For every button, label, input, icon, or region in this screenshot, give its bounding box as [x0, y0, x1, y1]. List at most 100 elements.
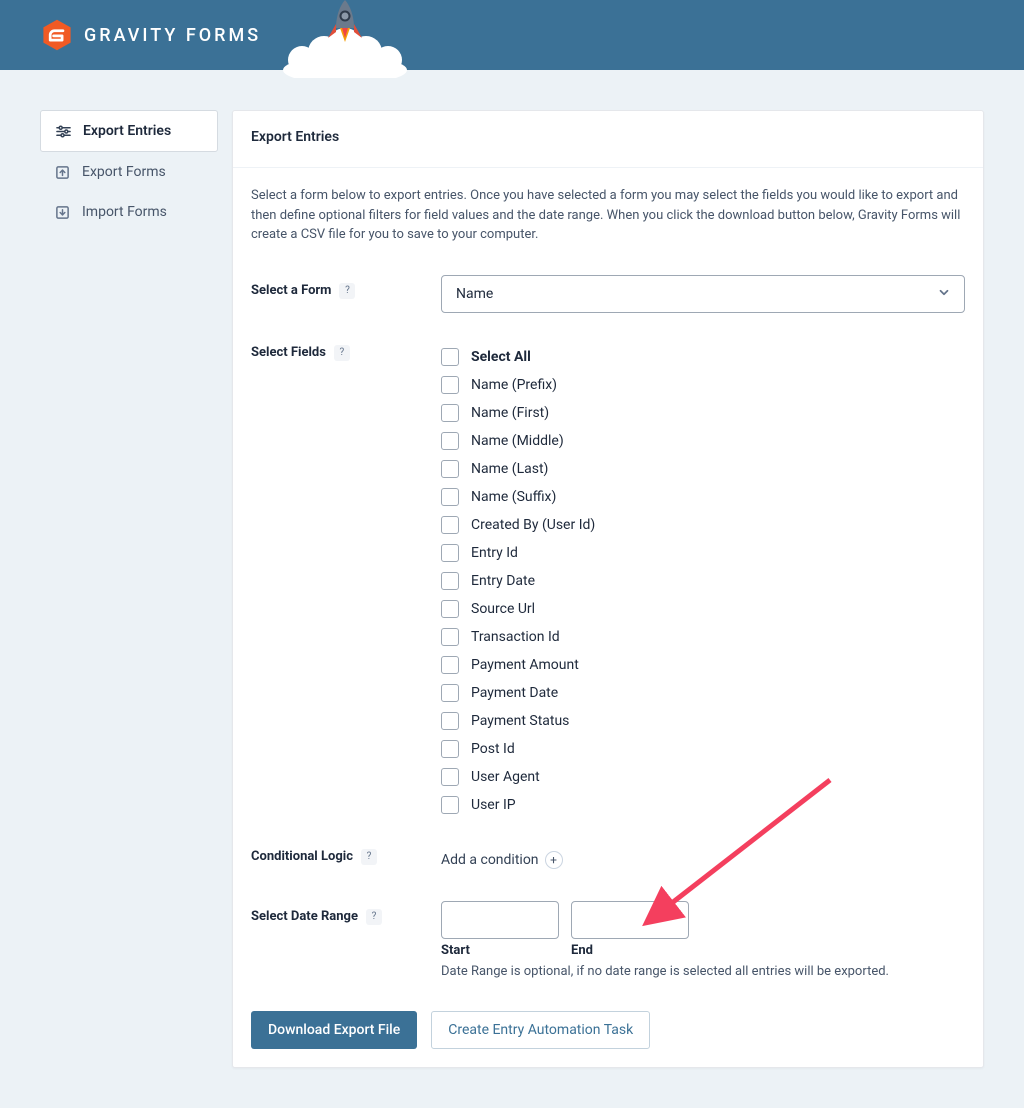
field-label[interactable]: Name (Middle) [471, 433, 564, 449]
date-end-input[interactable] [571, 901, 689, 939]
field-checkbox[interactable] [441, 516, 459, 534]
field-item: Name (First) [441, 401, 965, 425]
field-label[interactable]: Select All [471, 349, 531, 365]
field-label[interactable]: Post Id [471, 741, 515, 757]
help-icon[interactable]: ? [361, 849, 377, 865]
rocket-illustration [280, 0, 400, 82]
create-entry-automation-button[interactable]: Create Entry Automation Task [431, 1011, 650, 1049]
plus-icon: + [545, 851, 563, 869]
field-checkbox[interactable] [441, 600, 459, 618]
select-fields-label: Select Fields [251, 345, 326, 360]
field-item: User Agent [441, 765, 965, 789]
field-label[interactable]: Name (First) [471, 405, 549, 421]
field-checkbox[interactable] [441, 376, 459, 394]
field-item: Entry Date [441, 569, 965, 593]
field-item: Select All [441, 345, 965, 369]
form-select-wrap: Name [441, 275, 965, 313]
field-checkbox[interactable] [441, 684, 459, 702]
main-panel: Export Entries Select a form below to ex… [232, 110, 984, 1068]
field-checkbox[interactable] [441, 488, 459, 506]
row-date-range: Select Date Range ? Start End Date Range… [251, 901, 965, 979]
panel-title: Export Entries [251, 129, 965, 145]
field-label[interactable]: Entry Date [471, 573, 535, 589]
field-checkbox[interactable] [441, 712, 459, 730]
field-checkbox[interactable] [441, 768, 459, 786]
field-item: Payment Status [441, 709, 965, 733]
field-label[interactable]: Name (Prefix) [471, 377, 557, 393]
field-checkbox[interactable] [441, 432, 459, 450]
app-header: GRAVITY FORMS [0, 0, 1024, 70]
sidebar-item-export-forms[interactable]: Export Forms [40, 152, 218, 192]
field-checkbox[interactable] [441, 740, 459, 758]
date-range-note: Date Range is optional, if no date range… [441, 964, 965, 979]
field-checkbox[interactable] [441, 348, 459, 366]
control-col: Name [441, 275, 965, 313]
action-buttons: Download Export File Create Entry Automa… [251, 1011, 965, 1049]
form-select[interactable]: Name [441, 275, 965, 313]
help-icon[interactable]: ? [334, 345, 350, 361]
field-label[interactable]: Entry Id [471, 545, 518, 561]
field-label[interactable]: Transaction Id [471, 629, 560, 645]
field-checkbox[interactable] [441, 628, 459, 646]
sidebar-item-import-forms[interactable]: Import Forms [40, 192, 218, 232]
control-col: Add a condition + [441, 849, 965, 869]
field-label[interactable]: User IP [471, 797, 516, 813]
field-checkbox[interactable] [441, 572, 459, 590]
intro-text: Select a form below to export entries. O… [251, 186, 965, 245]
field-checkbox[interactable] [441, 460, 459, 478]
field-item: Payment Date [441, 681, 965, 705]
label-col: Conditional Logic ? [251, 849, 441, 865]
sidebar-item-export-entries[interactable]: Export Entries [40, 110, 218, 152]
label-col: Select a Form ? [251, 275, 441, 299]
field-item: User IP [441, 793, 965, 817]
field-item: Entry Id [441, 541, 965, 565]
field-label[interactable]: Name (Suffix) [471, 489, 556, 505]
label-col: Select Fields ? [251, 345, 441, 361]
field-checkbox[interactable] [441, 796, 459, 814]
download-icon [54, 204, 70, 220]
row-select-fields: Select Fields ? Select All Name (Prefix) N… [251, 345, 965, 817]
field-label[interactable]: Payment Status [471, 713, 569, 729]
field-item: Created By (User Id) [441, 513, 965, 537]
panel-header: Export Entries [233, 111, 983, 168]
field-label[interactable]: Source Url [471, 601, 535, 617]
sidebar-item-label: Export Forms [82, 164, 166, 180]
date-labels: Start End [441, 943, 965, 958]
field-item: Name (Suffix) [441, 485, 965, 509]
field-label[interactable]: Created By (User Id) [471, 517, 595, 533]
download-export-button[interactable]: Download Export File [251, 1011, 417, 1049]
conditional-logic-label: Conditional Logic [251, 849, 353, 864]
row-conditional-logic: Conditional Logic ? Add a condition + [251, 849, 965, 869]
field-checkbox[interactable] [441, 656, 459, 674]
field-checkbox[interactable] [441, 404, 459, 422]
field-item: Transaction Id [441, 625, 965, 649]
add-condition-label: Add a condition [441, 852, 539, 868]
download-export-label: Download Export File [268, 1022, 400, 1038]
control-col: Start End Date Range is optional, if no … [441, 901, 965, 979]
add-condition-button[interactable]: Add a condition + [441, 851, 563, 869]
date-start-input[interactable] [441, 901, 559, 939]
field-label[interactable]: Payment Date [471, 685, 558, 701]
sliders-icon [55, 123, 71, 139]
page-body: Export Entries Export Forms Import For [0, 70, 1024, 1108]
help-icon[interactable]: ? [366, 909, 382, 925]
field-item: Name (Middle) [441, 429, 965, 453]
select-form-label: Select a Form [251, 283, 331, 298]
panel-body: Select a form below to export entries. O… [233, 168, 983, 1067]
field-item: Name (Prefix) [441, 373, 965, 397]
sidebar-item-label: Export Entries [83, 123, 171, 139]
control-col: Select All Name (Prefix) Name (First) Name … [441, 345, 965, 817]
label-col: Select Date Range ? [251, 901, 441, 925]
field-label[interactable]: Name (Last) [471, 461, 548, 477]
create-task-label: Create Entry Automation Task [448, 1022, 633, 1038]
field-checkbox[interactable] [441, 544, 459, 562]
field-label[interactable]: User Agent [471, 769, 540, 785]
row-select-form: Select a Form ? Name [251, 275, 965, 313]
field-item: Payment Amount [441, 653, 965, 677]
gravity-forms-logo-icon [40, 18, 74, 52]
brand-logo: GRAVITY FORMS [40, 18, 261, 52]
date-start-label: Start [441, 943, 559, 958]
field-label[interactable]: Payment Amount [471, 657, 579, 673]
date-range-label: Select Date Range [251, 909, 358, 924]
help-icon[interactable]: ? [339, 283, 355, 299]
